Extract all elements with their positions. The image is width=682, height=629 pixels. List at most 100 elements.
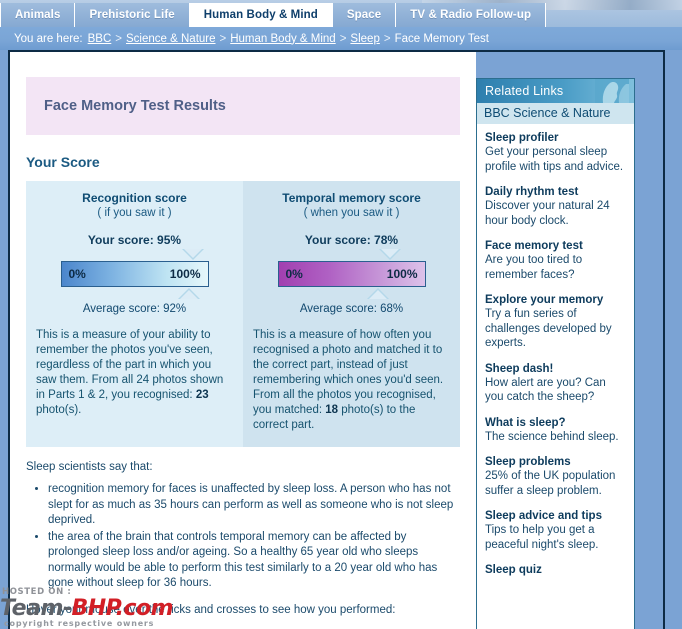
breadcrumb-separator: > [383, 32, 391, 45]
score-scale-bar: 0% 100% [277, 261, 426, 287]
panel-description-count: 23 [195, 389, 209, 401]
related-link-title[interactable]: Face memory test [485, 239, 626, 253]
temporal-memory-score-gauge: 0% 100% [277, 247, 426, 301]
average-score-label: Average score: 68% [299, 303, 404, 315]
tab-label: Prehistoric Life [89, 9, 175, 21]
sleep-scientists-intro: Sleep scientists say that: [26, 461, 153, 473]
average-score-marker-icon [366, 288, 389, 299]
your-score-label: Your score: 78% [304, 233, 399, 247]
your-score-marker-row [278, 247, 426, 261]
tab-label: Human Body & Mind [203, 9, 318, 21]
related-link-description: Try a fun series of challenges developed… [485, 308, 612, 349]
related-link-description: Are you too tired to remember faces? [485, 254, 583, 281]
related-link-title[interactable]: Sleep advice and tips [485, 509, 626, 523]
panel-description-count: 18 [325, 404, 339, 416]
breadcrumb-prefix: You are here: [14, 32, 83, 45]
breadcrumb-separator: > [219, 32, 227, 45]
tab-space[interactable]: Space [332, 3, 397, 27]
results-banner: Face Memory Test Results [26, 77, 460, 135]
recognition-score-panel: Recognition score ( if you saw it ) Your… [26, 181, 243, 447]
list-item[interactable]: Sheep dash! How alert are you? Can you c… [485, 362, 626, 405]
breadcrumb: You are here: BBC > Science & Nature > H… [0, 27, 682, 50]
related-link-description: Tips to help you get a peaceful night's … [485, 524, 599, 551]
scale-min-label: 0% [285, 267, 303, 281]
average-score-marker-icon [177, 288, 200, 299]
related-link-description: 25% of the UK population suffer a sleep … [485, 470, 616, 497]
tab-human-body-and-mind[interactable]: Human Body & Mind [189, 3, 333, 27]
panel-subtitle: ( if you saw it ) [97, 207, 172, 219]
list-item[interactable]: Sleep profiler Get your personal sleep p… [485, 131, 626, 174]
tab-label: TV & Radio Follow-up [410, 9, 532, 21]
related-link-title[interactable]: Daily rhythm test [485, 185, 626, 199]
page-frame: Face Memory Test Results Your Score Reco… [8, 50, 665, 629]
related-link-title[interactable]: What is sleep? [485, 416, 626, 430]
breadcrumb-link-sleep[interactable]: Sleep [350, 33, 379, 45]
list-item[interactable]: Sleep advice and tips Tips to help you g… [485, 509, 626, 552]
related-links-panel: Related Links BBC Science & Nature Sleep… [476, 78, 635, 629]
site-tab-bar: Animals Prehistoric Life Human Body & Mi… [0, 3, 547, 27]
your-score-label: Your score: 95% [87, 233, 182, 247]
tab-tv-and-radio-follow-up[interactable]: TV & Radio Follow-up [396, 3, 547, 27]
breadcrumb-separator: > [339, 32, 347, 45]
tab-label: Space [346, 9, 382, 21]
panel-description-tail: photo(s). [36, 404, 82, 416]
main-content-column: Face Memory Test Results Your Score Reco… [10, 52, 476, 629]
list-item: recognition memory for faces is unaffect… [48, 482, 460, 529]
breadcrumb-link-science-nature[interactable]: Science & Nature [126, 33, 216, 45]
page-title: Face Memory Test Results [44, 98, 226, 114]
score-scale-bar: 0% 100% [60, 261, 209, 287]
tab-prehistoric-life[interactable]: Prehistoric Life [75, 3, 190, 27]
face-profile-icon [595, 79, 629, 103]
top-navigation-strip: Animals Prehistoric Life Human Body & Mi… [0, 0, 682, 27]
list-item[interactable]: Face memory test Are you too tired to re… [485, 239, 626, 282]
panel-subtitle: ( when you saw it ) [303, 207, 400, 219]
related-links-header: Related Links [477, 79, 634, 103]
recognition-score-gauge: 0% 100% [60, 247, 209, 301]
panel-title: Temporal memory score [282, 191, 421, 205]
average-score-marker-row [61, 287, 209, 301]
related-links-subheader: BBC Science & Nature [477, 103, 634, 124]
related-link-description: The science behind sleep. [485, 430, 619, 443]
content-columns: Face Memory Test Results Your Score Reco… [10, 52, 663, 629]
related-link-title[interactable]: Sleep profiler [485, 131, 626, 145]
scale-min-label: 0% [68, 267, 86, 281]
scale-max-label: 100% [169, 267, 201, 281]
related-link-description: How alert are you? Can you catch the she… [485, 376, 606, 404]
temporal-memory-score-panel: Temporal memory score ( when you saw it … [243, 181, 460, 447]
list-item[interactable]: Sleep quiz [485, 563, 626, 577]
your-score-marker-icon [378, 249, 401, 260]
tab-animals[interactable]: Animals [0, 3, 76, 27]
tab-label: Animals [15, 9, 61, 21]
breadcrumb-link-human-body-mind[interactable]: Human Body & Mind [230, 33, 335, 45]
hover-instruction-note: Hover your mouse over the ticks and cros… [26, 603, 396, 616]
sleep-facts-list: recognition memory for faces is unaffect… [26, 482, 460, 592]
breadcrumb-link-bbc[interactable]: BBC [88, 33, 112, 45]
list-item[interactable]: Daily rhythm test Discover your natural … [485, 185, 626, 228]
your-score-heading: Your Score [26, 154, 100, 170]
score-panels: Recognition score ( if you saw it ) Your… [26, 181, 460, 447]
related-links-list: Sleep profiler Get your personal sleep p… [477, 124, 634, 577]
related-link-title[interactable]: Sleep quiz [485, 563, 626, 577]
sidebar-column: Related Links BBC Science & Nature Sleep… [476, 52, 663, 629]
list-item[interactable]: Explore your memory Try a fun series of … [485, 293, 626, 351]
related-link-title[interactable]: Explore your memory [485, 293, 626, 307]
your-score-marker-row [61, 247, 209, 261]
panel-description-text: This is a measure of how often you recog… [253, 329, 444, 416]
panel-title: Recognition score [82, 191, 187, 205]
breadcrumb-separator: > [115, 32, 123, 45]
average-score-marker-row [278, 287, 426, 301]
list-item: the area of the brain that controls temp… [48, 530, 460, 592]
related-link-description: Get your personal sleep profile with tip… [485, 146, 624, 173]
your-score-marker-icon [181, 249, 204, 260]
panel-description: This is a measure of how often you recog… [251, 328, 452, 433]
panel-description: This is a measure of your ability to rem… [34, 328, 235, 418]
list-item[interactable]: Sleep problems 25% of the UK population … [485, 455, 626, 498]
scale-max-label: 100% [386, 267, 418, 281]
related-link-description: Discover your natural 24 hour body clock… [485, 200, 610, 227]
breadcrumb-current-page: Face Memory Test [394, 32, 489, 45]
average-score-label: Average score: 92% [82, 303, 187, 315]
related-link-title[interactable]: Sheep dash! [485, 362, 626, 376]
related-link-title[interactable]: Sleep problems [485, 455, 626, 469]
related-links-title: Related Links [485, 84, 564, 98]
list-item[interactable]: What is sleep? The science behind sleep. [485, 416, 626, 445]
